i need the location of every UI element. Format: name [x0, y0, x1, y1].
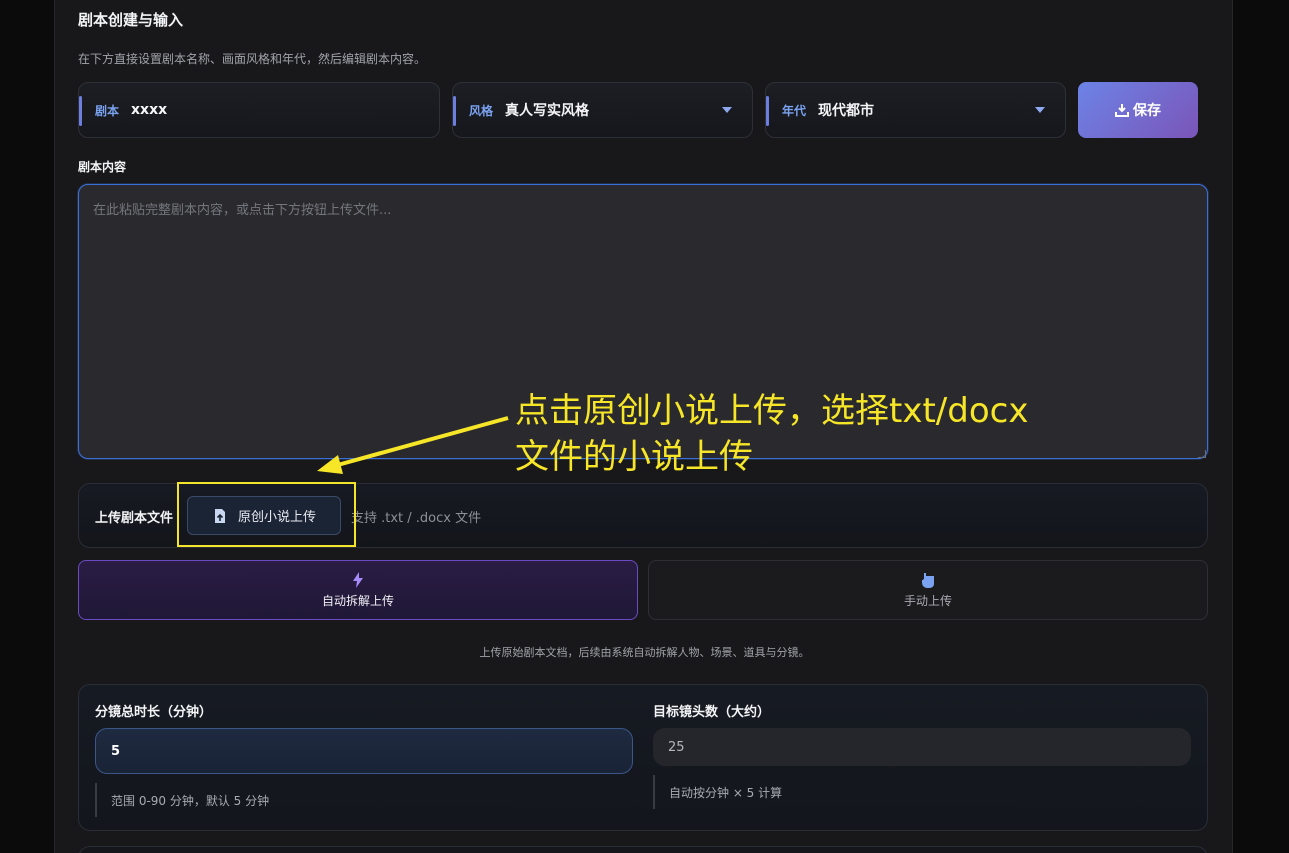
annotation-text: 点击原创小说上传，选择txt/docx 文件的小说上传 [515, 388, 1028, 480]
annotation-line-2: 文件的小说上传 [515, 437, 753, 477]
annotation-line-1: 点击原创小说上传，选择txt/docx [515, 391, 1029, 431]
